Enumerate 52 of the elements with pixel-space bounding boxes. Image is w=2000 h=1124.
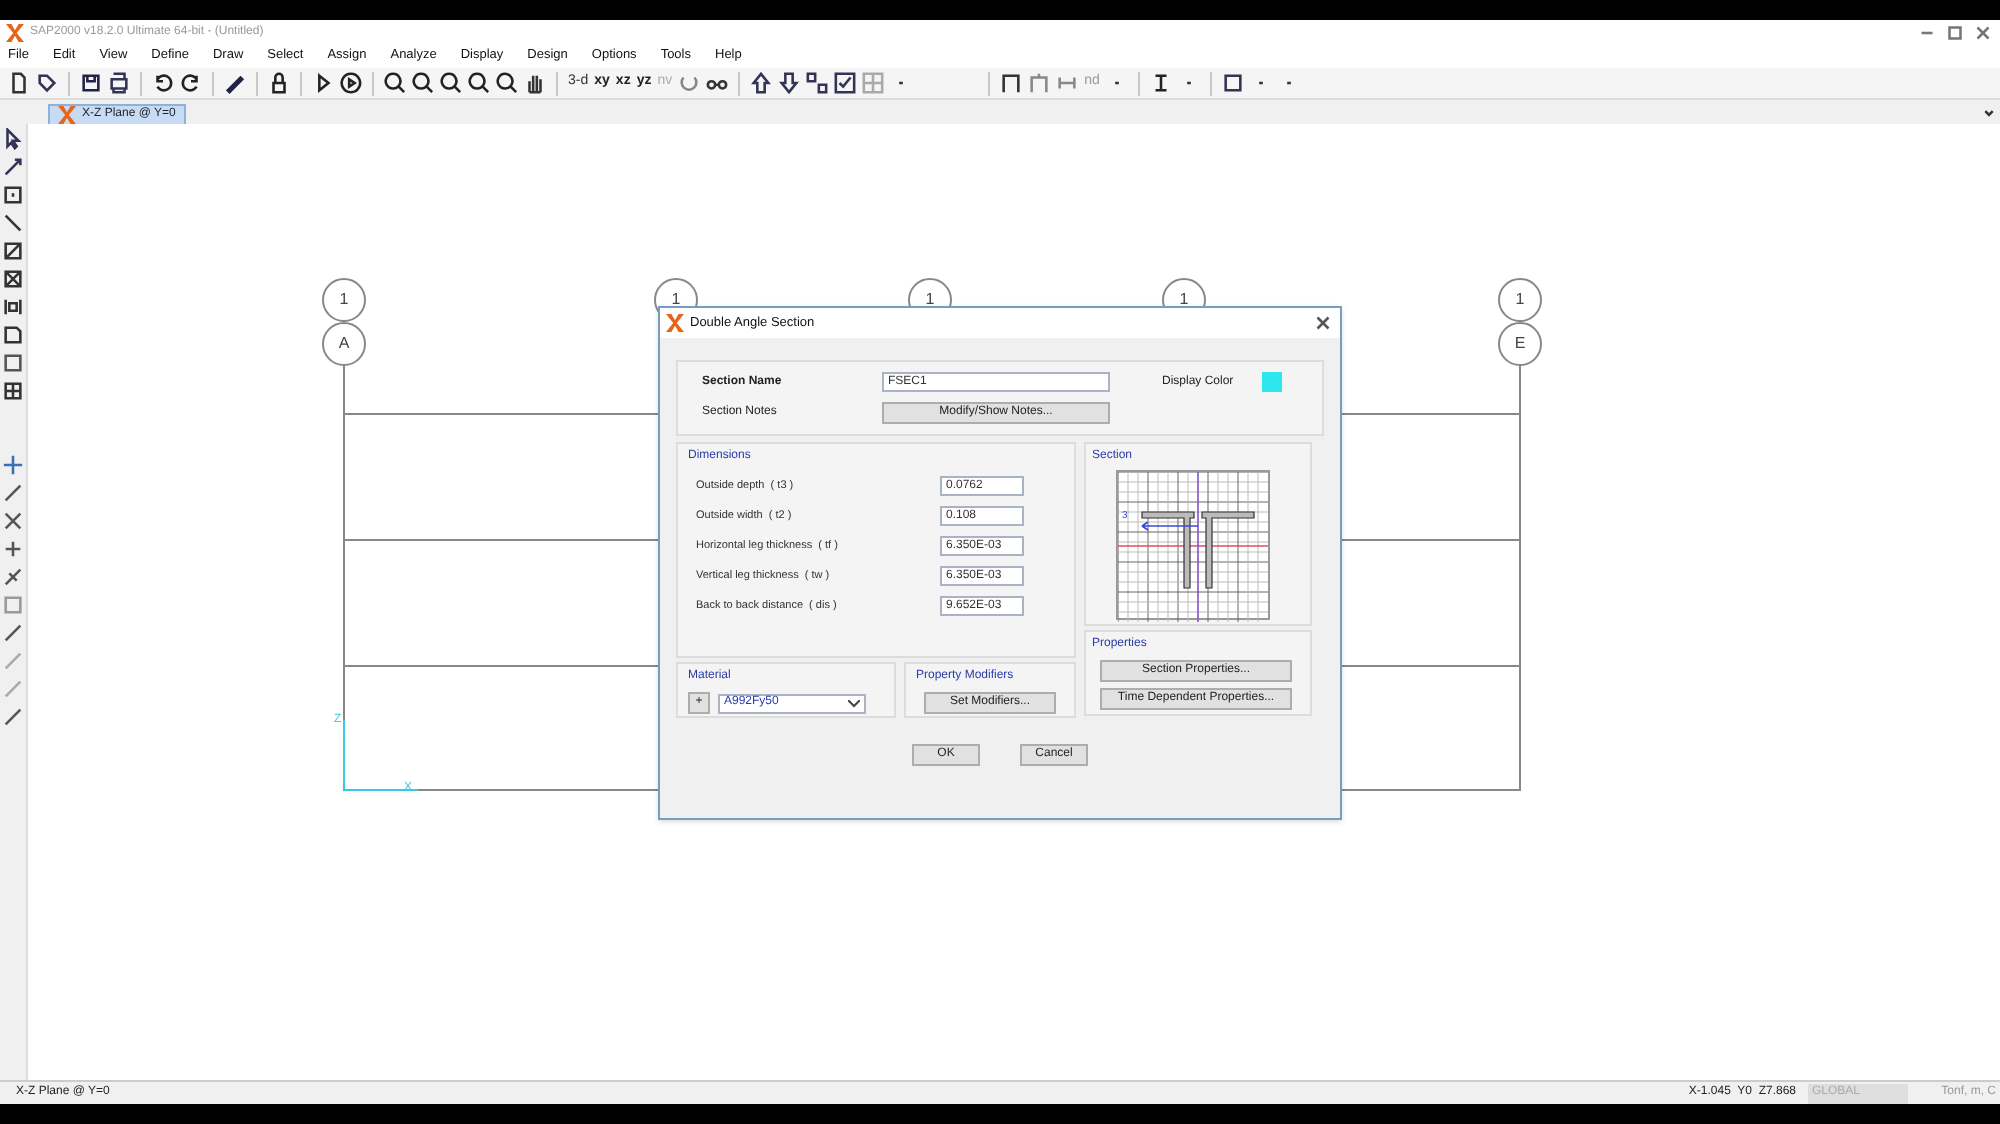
axis-triad-icon bbox=[342, 716, 422, 792]
maximize-icon[interactable] bbox=[1944, 21, 1966, 43]
bracket-icon[interactable] bbox=[1056, 72, 1079, 94]
play-icon[interactable] bbox=[312, 72, 334, 94]
app-logo-icon bbox=[666, 314, 684, 332]
node-icon[interactable] bbox=[2, 184, 24, 206]
snap-line-icon[interactable] bbox=[2, 482, 24, 504]
snap-line-icon[interactable] bbox=[2, 622, 24, 644]
app-logo-icon bbox=[58, 106, 76, 124]
snap-plus-icon[interactable] bbox=[2, 538, 24, 560]
zoom-in-icon[interactable] bbox=[412, 72, 434, 94]
close-icon[interactable] bbox=[1312, 312, 1334, 334]
save-icon[interactable] bbox=[80, 72, 102, 94]
new-file-icon[interactable] bbox=[8, 72, 30, 94]
grid-bubble: E bbox=[1498, 322, 1542, 366]
zoom-in-icon[interactable] bbox=[468, 72, 490, 94]
area-icon[interactable] bbox=[2, 352, 24, 374]
checkbox-icon[interactable] bbox=[834, 72, 857, 94]
tag-icon[interactable] bbox=[36, 72, 58, 94]
zoom-icon[interactable] bbox=[384, 72, 406, 94]
color-swatch[interactable] bbox=[1262, 372, 1282, 392]
run-icon[interactable] bbox=[340, 72, 362, 94]
reshape-icon[interactable] bbox=[2, 156, 24, 178]
chevron-down-icon bbox=[848, 699, 860, 707]
line-icon[interactable] bbox=[2, 212, 24, 234]
snap-line-icon[interactable] bbox=[2, 706, 24, 728]
grid-bubble: A bbox=[322, 322, 366, 366]
frame-icon[interactable] bbox=[1000, 72, 1023, 94]
undo-icon[interactable] bbox=[152, 72, 174, 94]
pan-hand-icon[interactable] bbox=[524, 72, 546, 94]
column-icon[interactable] bbox=[2, 296, 24, 318]
grid-bubble: 1 bbox=[1498, 278, 1542, 322]
arrow-down-icon[interactable] bbox=[778, 72, 801, 94]
snap-intersection-icon[interactable] bbox=[2, 510, 24, 532]
app-logo-icon bbox=[6, 23, 24, 41]
snap-perpendicular-icon[interactable] bbox=[2, 566, 24, 588]
arrow-up-icon[interactable] bbox=[750, 72, 773, 94]
close-icon[interactable] bbox=[1972, 21, 1994, 43]
redo-icon[interactable] bbox=[180, 72, 202, 94]
print-icon[interactable] bbox=[108, 72, 130, 94]
lock-icon[interactable] bbox=[268, 72, 290, 94]
grid-bubble: 1 bbox=[322, 278, 366, 322]
pencil-icon[interactable] bbox=[224, 72, 246, 94]
area-icon[interactable] bbox=[2, 324, 24, 346]
pointer-icon[interactable] bbox=[2, 128, 24, 150]
zoom-in-icon[interactable] bbox=[440, 72, 462, 94]
zoom-out-icon[interactable] bbox=[496, 72, 518, 94]
square-icon[interactable] bbox=[1221, 72, 1244, 94]
mesh-icon[interactable] bbox=[2, 380, 24, 402]
line-icon[interactable] bbox=[2, 240, 24, 262]
cross-brace-icon[interactable] bbox=[2, 268, 24, 290]
snap-icon[interactable] bbox=[2, 454, 24, 476]
